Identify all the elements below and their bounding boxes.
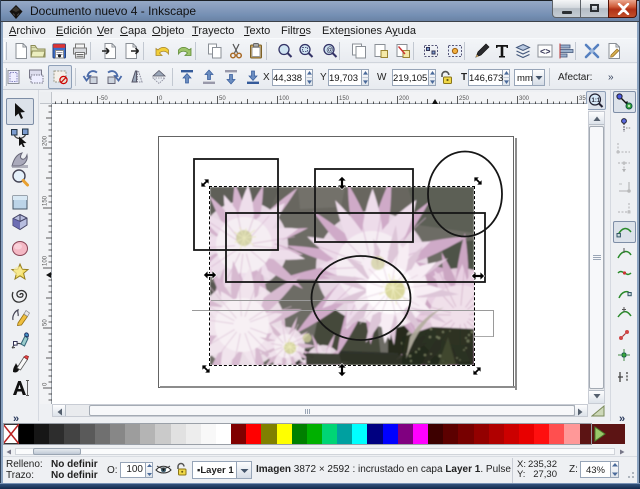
- svg-text:50: 50: [43, 319, 49, 326]
- svg-text:200: 200: [43, 135, 49, 146]
- svg-text:1:1: 1:1: [592, 98, 601, 104]
- svg-text:200: 200: [399, 96, 410, 102]
- svg-text:-50: -50: [99, 96, 108, 102]
- svg-text:100: 100: [279, 96, 290, 102]
- svg-text:100: 100: [43, 255, 49, 266]
- svg-text:<>: <>: [540, 47, 551, 57]
- svg-text:150: 150: [339, 96, 350, 102]
- svg-text:250: 250: [459, 96, 470, 102]
- svg-text:50: 50: [219, 96, 226, 102]
- svg-text:0: 0: [43, 382, 49, 386]
- svg-text:350: 350: [579, 96, 586, 102]
- svg-text:0: 0: [159, 96, 163, 102]
- svg-text:300: 300: [519, 96, 530, 102]
- svg-text:150: 150: [43, 195, 49, 206]
- svg-text:@: @: [326, 47, 333, 54]
